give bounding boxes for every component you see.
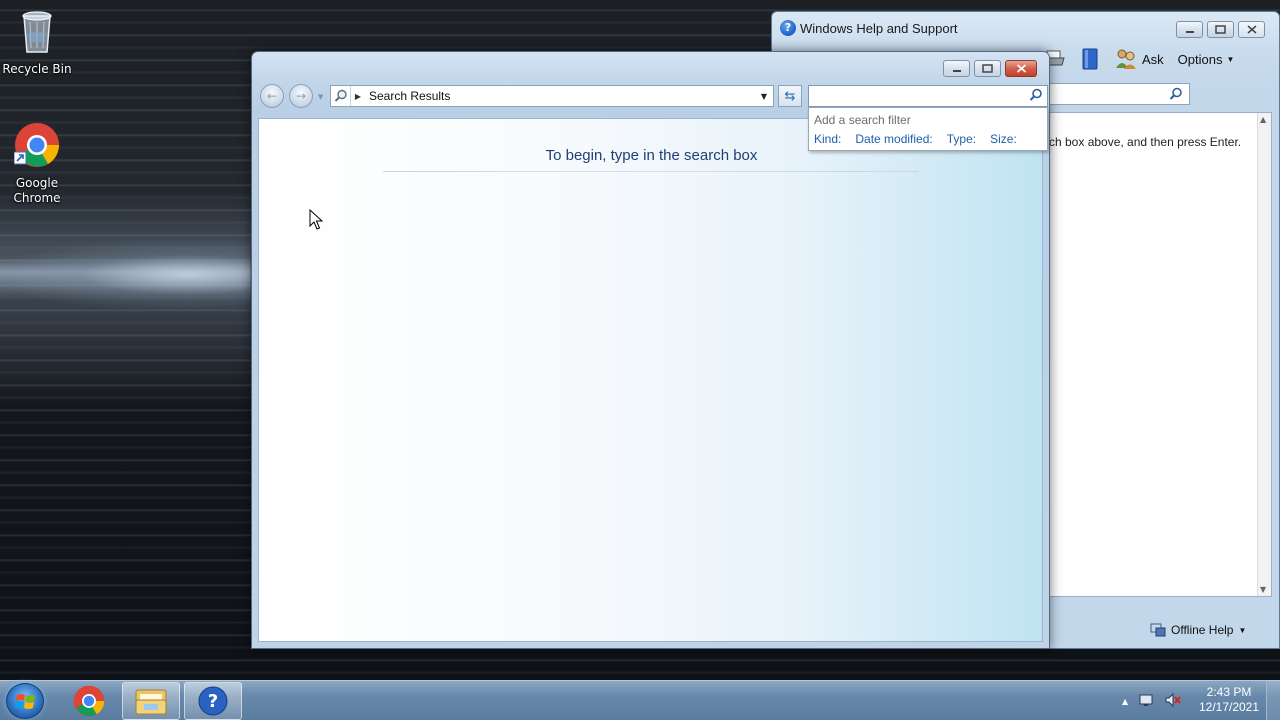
maximize-button[interactable] xyxy=(1207,21,1234,38)
minimize-icon xyxy=(952,69,961,72)
help-question-icon: ? xyxy=(198,686,228,716)
taskbar-chrome-button[interactable] xyxy=(60,682,118,720)
clock-date: 12/17/2021 xyxy=(1198,700,1260,714)
volume-muted-icon[interactable] xyxy=(1164,692,1182,711)
browse-help-button[interactable] xyxy=(1080,48,1100,70)
help-toolbar: Ask Options ▼ xyxy=(1042,48,1234,70)
chevron-down-icon: ▼ xyxy=(1238,625,1247,635)
action-center-icon[interactable] xyxy=(1138,692,1154,711)
taskbar-clock[interactable]: 2:43 PM 12/17/2021 xyxy=(1196,685,1262,715)
minimize-button[interactable] xyxy=(1176,21,1203,38)
close-button[interactable] xyxy=(1238,21,1265,38)
breadcrumb-arrow-icon[interactable]: ▶ xyxy=(351,92,365,101)
offline-help-button[interactable]: Offline Help ▼ xyxy=(1150,623,1246,637)
help-search-input[interactable] xyxy=(1042,83,1190,105)
navigation-bar: ← → ▼ ▶ Search Results ▼ ⇆ Add a search … xyxy=(260,84,1048,151)
maximize-button[interactable] xyxy=(974,60,1001,77)
search-filter-title: Add a search filter xyxy=(814,113,911,127)
people-icon xyxy=(1116,49,1136,69)
desktop-icon-google-chrome[interactable]: Google Chrome xyxy=(0,122,74,206)
restore-icon xyxy=(982,64,993,73)
ask-button[interactable]: Ask xyxy=(1114,48,1164,70)
divider xyxy=(383,171,918,172)
desktop-icon-label: Recycle Bin xyxy=(2,62,72,76)
search-filter-dropdown: Add a search filter Kind: Date modified:… xyxy=(808,107,1048,151)
address-text: Search Results xyxy=(369,89,451,103)
windows-logo-icon xyxy=(15,694,35,709)
minimize-button[interactable] xyxy=(943,60,970,77)
help-scrollbar[interactable]: ▲ ▼ xyxy=(1257,113,1271,596)
address-bar[interactable]: ▶ Search Results ▼ xyxy=(330,85,774,107)
filter-kind-link[interactable]: Kind: xyxy=(814,132,841,146)
close-button[interactable] xyxy=(1005,60,1037,77)
start-button[interactable] xyxy=(6,683,44,719)
search-filter-options: Kind: Date modified: Type: Size: xyxy=(814,132,1017,146)
help-caption-buttons xyxy=(1176,21,1265,38)
refresh-button[interactable]: ⇆ xyxy=(778,85,802,107)
folder-icon xyxy=(135,689,167,715)
book-icon xyxy=(1082,48,1098,70)
forward-arrow-icon: → xyxy=(295,89,307,103)
network-icon xyxy=(1150,623,1166,637)
options-label: Options xyxy=(1177,51,1223,67)
filter-date-modified-link[interactable]: Date modified: xyxy=(855,132,932,146)
close-icon xyxy=(1247,25,1256,34)
taskbar-explorer-button[interactable] xyxy=(122,682,180,720)
scroll-up-icon: ▲ xyxy=(1260,115,1267,124)
clock-time: 2:43 PM xyxy=(1206,685,1252,699)
close-icon xyxy=(1016,64,1026,73)
chrome-icon xyxy=(73,685,105,717)
chrome-icon xyxy=(0,122,74,172)
back-button[interactable]: ← xyxy=(260,84,284,108)
desktop-glow xyxy=(0,240,250,310)
offline-help-label: Offline Help xyxy=(1171,623,1234,637)
search-results-window: ← → ▼ ▶ Search Results ▼ ⇆ Add a search … xyxy=(251,51,1050,649)
desktop-icon-label: Google Chrome xyxy=(13,176,61,205)
minimize-icon xyxy=(1185,30,1194,33)
recent-pages-dropdown-icon[interactable]: ▼ xyxy=(318,93,323,101)
show-hidden-icons-button[interactable]: ▲ xyxy=(1122,697,1128,706)
system-tray: ▲ xyxy=(1122,681,1182,720)
search-icon xyxy=(1029,88,1043,105)
recycle-bin-icon xyxy=(0,8,74,58)
search-caption-buttons xyxy=(943,60,1037,77)
svg-text:?: ? xyxy=(208,691,218,712)
search-results-pane[interactable]: To begin, type in the search box xyxy=(258,118,1043,642)
search-folder-icon xyxy=(331,86,351,106)
forward-button[interactable]: → xyxy=(289,84,313,108)
search-input[interactable] xyxy=(808,85,1048,107)
help-instruction-text: ch box above, and then press Enter. xyxy=(1049,135,1242,149)
chevron-down-icon: ▼ xyxy=(1226,54,1235,64)
help-question-icon: ? xyxy=(780,20,796,36)
filter-type-link[interactable]: Type: xyxy=(947,132,976,146)
taskbar-help-button[interactable]: ? xyxy=(184,682,242,720)
refresh-icon: ⇆ xyxy=(784,88,796,104)
restore-icon xyxy=(1215,25,1226,34)
search-icon xyxy=(1169,87,1182,100)
scroll-down-icon: ▼ xyxy=(1260,585,1267,594)
back-arrow-icon: ← xyxy=(266,89,278,103)
options-button[interactable]: Options ▼ xyxy=(1178,52,1235,67)
desktop-icon-recycle-bin[interactable]: Recycle Bin xyxy=(0,8,74,77)
show-desktop-button[interactable] xyxy=(1266,681,1280,720)
address-dropdown-icon[interactable]: ▼ xyxy=(755,92,773,101)
mouse-cursor-icon xyxy=(309,209,323,230)
filter-size-link[interactable]: Size: xyxy=(990,132,1017,146)
ask-label: Ask xyxy=(1142,51,1164,67)
help-window-title: Windows Help and Support xyxy=(800,21,958,36)
taskbar: ? ▲ 2:43 PM 12/17/2021 xyxy=(0,680,1280,720)
